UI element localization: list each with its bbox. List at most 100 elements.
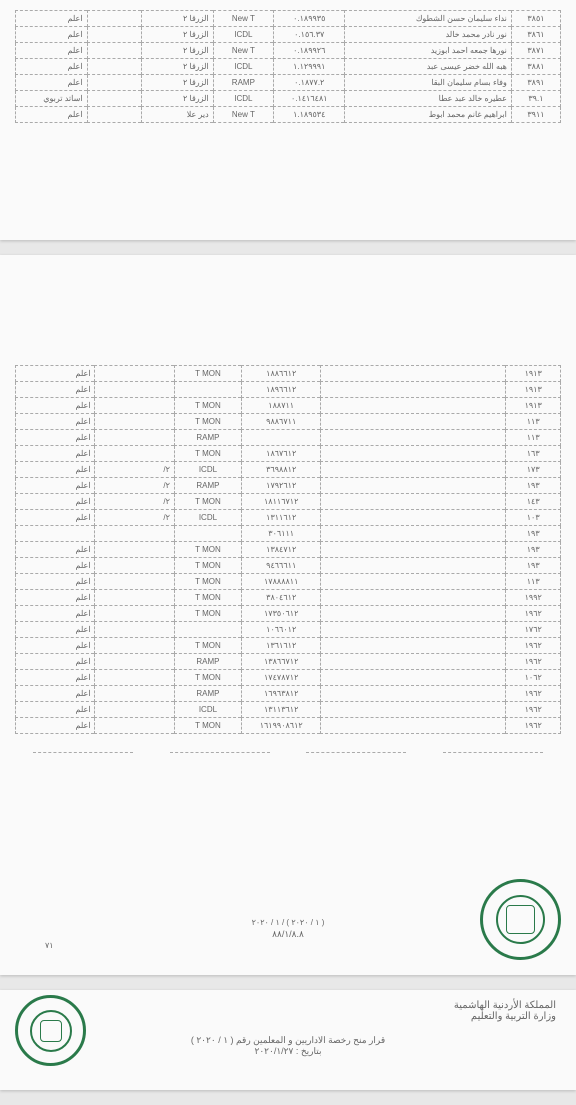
cell-name bbox=[321, 606, 506, 622]
table-row: ١٩٦٢١٣٦١٦١٢T MONاعلم bbox=[16, 638, 561, 654]
table-row: ١٩٦٢١٣٨٦٦٧١٢RAMPاعلم bbox=[16, 654, 561, 670]
cell-number: ٣٨٠٤٦١٢ bbox=[241, 590, 320, 606]
cell-name bbox=[321, 590, 506, 606]
cell-type bbox=[16, 526, 95, 542]
cell-code bbox=[174, 526, 241, 542]
cell-number: ١٨٨٧١١ bbox=[241, 398, 320, 414]
cell-code: ICDL bbox=[174, 510, 241, 526]
cell-id: ١٩٦٢ bbox=[506, 654, 561, 670]
cell-code: T MON bbox=[174, 366, 241, 382]
cell-id: ٣٩.١ bbox=[511, 91, 560, 107]
cell-code: T MON bbox=[174, 718, 241, 734]
table-row: ١٩٣٣٠٦١١١ bbox=[16, 526, 561, 542]
cell-type: اعلم bbox=[16, 670, 95, 686]
cell-name bbox=[321, 510, 506, 526]
cell-type: اعلم bbox=[16, 558, 95, 574]
table-row: ٣٩.١عطيره خالد عبد عطا٠.١٤١٦٤٨١ICDLالزرق… bbox=[16, 91, 561, 107]
cell-location bbox=[95, 702, 174, 718]
cell-location bbox=[95, 622, 174, 638]
cell-code: ICDL bbox=[174, 462, 241, 478]
cell-name bbox=[321, 670, 506, 686]
table-row: ٣٨٩١وفاء بسام سليمان البقا٠.١٨٧٧.٢RAMPال… bbox=[16, 75, 561, 91]
cell-location2 bbox=[87, 43, 142, 59]
cell-id: ١٩٦٢ bbox=[506, 606, 561, 622]
cell-location bbox=[95, 366, 174, 382]
cell-type: اعلم bbox=[16, 366, 95, 382]
table-row: ٣٨٨١هبه الله خضر عيسى عبد١.١٢٩٩٩١ICDLالز… bbox=[16, 59, 561, 75]
cell-type: اعلم bbox=[16, 638, 95, 654]
records-table-2: ١٩١٣١٨٨٦٦١٢T MONاعلم١٩١٣١٨٩٦٦١٢اعلم١٩١٣١… bbox=[15, 365, 561, 734]
cell-number: ١٨٩٦٦١٢ bbox=[241, 382, 320, 398]
cell-number: ١.١٢٩٩٩١ bbox=[274, 59, 345, 75]
cell-number: ١٧٤٧٨٧١٢ bbox=[241, 670, 320, 686]
cell-number: ٠.١٨٩٩٢٦ bbox=[274, 43, 345, 59]
cell-location bbox=[95, 654, 174, 670]
table-row: ١٩٣١٣٨٤٧١٢T MONاعلم bbox=[16, 542, 561, 558]
cell-type: اعلم bbox=[16, 398, 95, 414]
cell-location: ٢/ bbox=[95, 510, 174, 526]
cell-code: T MON bbox=[174, 446, 241, 462]
document-page-1: ٣٨٥١نداء سليمان حسن الشطوك٠.١٨٩٩٣٥New Tا… bbox=[0, 0, 576, 240]
table-row: ٣٨٦١نور نادر محمد خالد٠.١٥٦.٣٧ICDLالزرقا… bbox=[16, 27, 561, 43]
doc-header: المملكة الأردنية الهاشمية وزارة التربية … bbox=[454, 1000, 556, 1022]
cell-code: New T bbox=[213, 107, 273, 123]
table-row: ١٠٣١٣١١٦١٢ICDL٢/اعلم bbox=[16, 510, 561, 526]
cell-id: ١٩١٣ bbox=[506, 366, 561, 382]
cell-name bbox=[321, 382, 506, 398]
cell-id: ١٩٦٢ bbox=[506, 702, 561, 718]
cell-number: ١٦٩٦٣٨١٢ bbox=[241, 686, 320, 702]
cell-location bbox=[95, 430, 174, 446]
cell-number: ١٣٨٦٦٧١٢ bbox=[241, 654, 320, 670]
cell-code: New T bbox=[213, 43, 273, 59]
cell-type: اعلم bbox=[16, 574, 95, 590]
cell-id: ١٠٣ bbox=[506, 510, 561, 526]
cell-type: اعلم bbox=[16, 430, 95, 446]
cell-location bbox=[95, 590, 174, 606]
cell-id: ١٩١٣ bbox=[506, 382, 561, 398]
cell-location2 bbox=[87, 91, 142, 107]
cell-name: ابراهيم غانم محمد ابوط bbox=[345, 107, 511, 123]
cell-code: ICDL bbox=[213, 27, 273, 43]
cell-location: ٢/ bbox=[95, 462, 174, 478]
cell-name: نور نادر محمد خالد bbox=[345, 27, 511, 43]
cell-name: عطيره خالد عبد عطا bbox=[345, 91, 511, 107]
document-page-3: المملكة الأردنية الهاشمية وزارة التربية … bbox=[0, 990, 576, 1090]
cell-id: ١٩٦٢ bbox=[506, 686, 561, 702]
cell-type: اعلم bbox=[16, 11, 88, 27]
signature-box bbox=[170, 749, 270, 753]
cell-location2 bbox=[87, 75, 142, 91]
cell-number: ١٨٨٦٦١٢ bbox=[241, 366, 320, 382]
cell-code: RAMP bbox=[174, 478, 241, 494]
cell-id: ١٩٣ bbox=[506, 478, 561, 494]
cell-number bbox=[241, 430, 320, 446]
page-number: ٧١ bbox=[45, 941, 54, 950]
cell-name: هبه الله خضر عيسى عبد bbox=[345, 59, 511, 75]
cell-code: T MON bbox=[174, 574, 241, 590]
cell-location2 bbox=[87, 107, 142, 123]
cell-name bbox=[321, 462, 506, 478]
document-page-2: ١٩١٣١٨٨٦٦١٢T MONاعلم١٩١٣١٨٩٦٦١٢اعلم١٩١٣١… bbox=[0, 255, 576, 975]
cell-number: ٠.١٤١٦٤٨١ bbox=[274, 91, 345, 107]
cell-location2 bbox=[87, 59, 142, 75]
cell-id: ١٧٦٢ bbox=[506, 622, 561, 638]
cell-number: ١٦١٩٩٠٨٦١٢ bbox=[241, 718, 320, 734]
cell-name bbox=[321, 398, 506, 414]
table-row: ١٩٦٢١٦٩٦٣٨١٢RAMPاعلم bbox=[16, 686, 561, 702]
cell-type: اساتد تربوي bbox=[16, 91, 88, 107]
cell-code: T MON bbox=[174, 638, 241, 654]
cell-type: اعلم bbox=[16, 107, 88, 123]
cell-id: ١٩٣ bbox=[506, 526, 561, 542]
cell-location: ٢/ bbox=[95, 494, 174, 510]
cell-type: اعلم bbox=[16, 382, 95, 398]
cell-id: ١٩٦٢ bbox=[506, 638, 561, 654]
cell-id: ١١٣ bbox=[506, 574, 561, 590]
cell-number: ١٧٩٢٦١٢ bbox=[241, 478, 320, 494]
cell-code: T MON bbox=[174, 590, 241, 606]
table-row: ١٩٩٢٣٨٠٤٦١٢T MONاعلم bbox=[16, 590, 561, 606]
table-row: ١٩٦٢١٣١١٣٦١٢ICDLاعلم bbox=[16, 702, 561, 718]
cell-number: ١٧٣٥٠٦١٢ bbox=[241, 606, 320, 622]
cell-location bbox=[95, 398, 174, 414]
cell-location bbox=[95, 446, 174, 462]
cell-type: اعلم bbox=[16, 702, 95, 718]
cell-type: اعلم bbox=[16, 510, 95, 526]
